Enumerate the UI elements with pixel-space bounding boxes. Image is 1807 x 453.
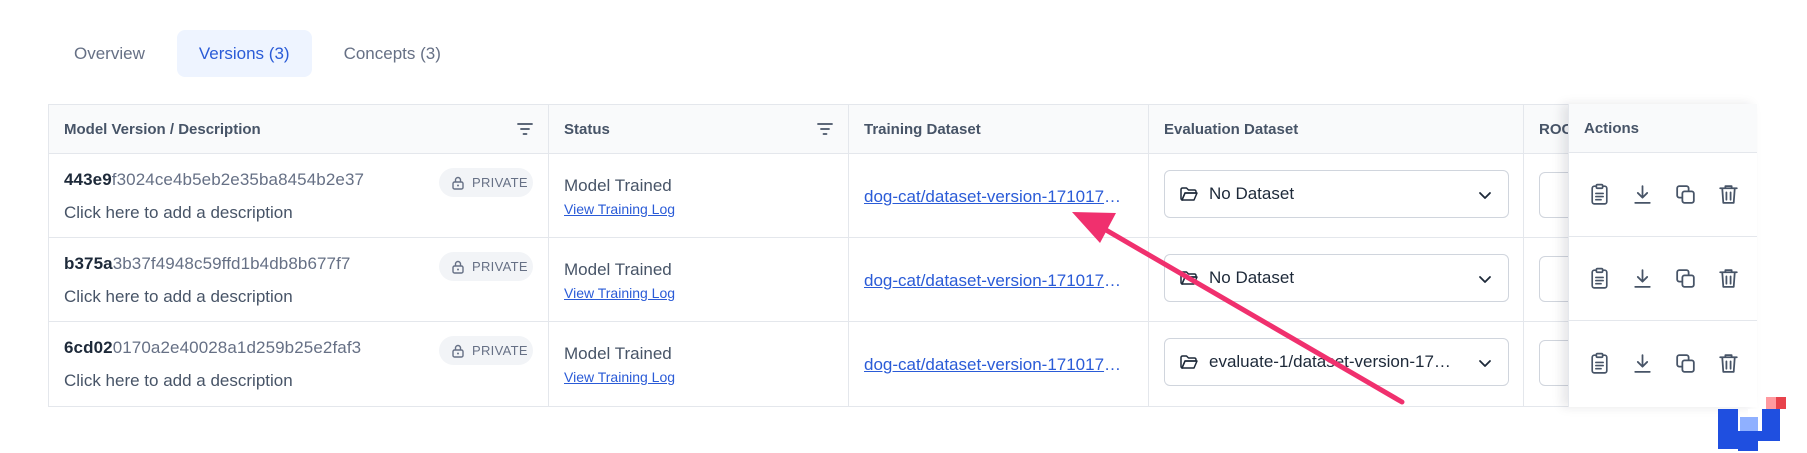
- description-placeholder[interactable]: Click here to add a description: [64, 203, 293, 223]
- download-icon[interactable]: [1630, 266, 1655, 291]
- tab-overview[interactable]: Overview: [52, 30, 167, 77]
- download-icon[interactable]: [1630, 182, 1655, 207]
- private-badge: PRIVATE: [439, 252, 533, 281]
- download-icon[interactable]: [1630, 351, 1655, 376]
- header-evaluation-dataset-label: Evaluation Dataset: [1164, 120, 1299, 138]
- status-cell: Model Trained View Training Log: [549, 154, 849, 237]
- clipboard-icon[interactable]: [1587, 182, 1612, 207]
- filter-icon[interactable]: [516, 120, 534, 138]
- model-version-id-rest: 0170a2e40028a1d259b25e2faf3: [112, 338, 362, 357]
- folder-open-icon: [1180, 355, 1198, 369]
- evaluation-dataset-cell: No Dataset: [1149, 238, 1524, 321]
- folder-open-icon: [1180, 271, 1198, 285]
- clipboard-icon[interactable]: [1587, 351, 1612, 376]
- lock-icon: [452, 176, 464, 190]
- header-status-label: Status: [564, 120, 610, 138]
- header-model-version: Model Version / Description: [49, 105, 549, 153]
- header-status: Status: [549, 105, 849, 153]
- training-dataset-link[interactable]: dog-cat/dataset-version-1710176088: [864, 271, 1129, 291]
- view-training-log-link[interactable]: View Training Log: [564, 369, 675, 385]
- model-version-id[interactable]: 443e9f3024ce4b5eb2e35ba8454b2e37: [64, 170, 364, 190]
- tab-versions[interactable]: Versions (3): [176, 30, 312, 77]
- chevron-down-icon: [1479, 276, 1491, 283]
- private-badge: PRIVATE: [439, 168, 533, 197]
- status-text: Model Trained: [564, 176, 672, 195]
- view-training-log-link[interactable]: View Training Log: [564, 201, 675, 217]
- trash-icon[interactable]: [1716, 351, 1741, 376]
- training-dataset-link[interactable]: dog-cat/dataset-version-1710176088: [864, 187, 1129, 207]
- evaluation-dataset-select[interactable]: No Dataset: [1164, 170, 1509, 218]
- copy-icon[interactable]: [1673, 351, 1698, 376]
- model-version-id-prefix: b375a: [64, 254, 113, 273]
- private-badge-label: PRIVATE: [472, 343, 528, 358]
- status-text: Model Trained: [564, 344, 672, 363]
- trash-icon[interactable]: [1716, 266, 1741, 291]
- chevron-down-icon: [1479, 192, 1491, 199]
- evaluation-dataset-select[interactable]: No Dataset: [1164, 254, 1509, 302]
- table-row: 443e9f3024ce4b5eb2e35ba8454b2e37 Click h…: [49, 154, 1756, 238]
- actions-row: [1569, 321, 1757, 405]
- folder-open-icon: [1180, 187, 1198, 201]
- model-version-id-rest: 3b37f4948c59ffd1b4db8b677f7: [112, 254, 351, 273]
- chevron-down-icon: [1479, 360, 1491, 367]
- model-version-cell: b375a3b37f4948c59ffd1b4db8b677f7 Click h…: [49, 238, 549, 321]
- lock-icon: [452, 344, 464, 358]
- private-badge-label: PRIVATE: [472, 175, 528, 190]
- copy-icon[interactable]: [1673, 182, 1698, 207]
- table-header: Model Version / Description Status Train…: [49, 105, 1756, 154]
- description-placeholder[interactable]: Click here to add a description: [64, 371, 293, 391]
- app-logo: [1718, 397, 1786, 451]
- status-cell: Model Trained View Training Log: [549, 238, 849, 321]
- header-training-dataset: Training Dataset: [849, 105, 1149, 153]
- trash-icon[interactable]: [1716, 182, 1741, 207]
- header-model-version-label: Model Version / Description: [64, 120, 261, 138]
- training-dataset-link[interactable]: dog-cat/dataset-version-1710176088: [864, 355, 1129, 375]
- actions-column: Actions: [1568, 104, 1757, 407]
- evaluation-dataset-value: evaluate-1/dataset-version-1710176422: [1209, 352, 1459, 371]
- tab-bar: Overview Versions (3) Concepts (3): [52, 30, 463, 77]
- private-badge-label: PRIVATE: [472, 259, 528, 274]
- lock-icon: [452, 260, 464, 274]
- model-version-id-rest: f3024ce4b5eb2e35ba8454b2e37: [111, 170, 365, 189]
- actions-row: [1569, 237, 1757, 321]
- page: Overview Versions (3) Concepts (3) Model…: [0, 0, 1807, 453]
- training-dataset-cell: dog-cat/dataset-version-1710176088: [849, 322, 1149, 406]
- model-version-cell: 443e9f3024ce4b5eb2e35ba8454b2e37 Click h…: [49, 154, 549, 237]
- evaluation-dataset-cell: evaluate-1/dataset-version-1710176422: [1149, 322, 1524, 406]
- model-version-id-prefix: 6cd02: [64, 338, 113, 357]
- table-row: 6cd020170a2e40028a1d259b25e2faf3 Click h…: [49, 322, 1756, 406]
- evaluation-dataset-value: No Dataset: [1209, 184, 1295, 203]
- copy-icon[interactable]: [1673, 266, 1698, 291]
- header-evaluation-dataset: Evaluation Dataset: [1149, 105, 1524, 153]
- header-training-dataset-label: Training Dataset: [864, 120, 981, 138]
- versions-table: Model Version / Description Status Train…: [48, 104, 1757, 407]
- private-badge: PRIVATE: [439, 336, 533, 365]
- filter-icon[interactable]: [816, 120, 834, 138]
- actions-row: [1569, 153, 1757, 237]
- view-training-log-link[interactable]: View Training Log: [564, 285, 675, 301]
- model-version-id[interactable]: b375a3b37f4948c59ffd1b4db8b677f7: [64, 254, 351, 274]
- evaluation-dataset-cell: No Dataset: [1149, 154, 1524, 237]
- model-version-id-prefix: 443e9: [64, 170, 112, 189]
- status-cell: Model Trained View Training Log: [549, 322, 849, 406]
- evaluation-dataset-select[interactable]: evaluate-1/dataset-version-1710176422: [1164, 338, 1509, 386]
- description-placeholder[interactable]: Click here to add a description: [64, 287, 293, 307]
- clipboard-icon[interactable]: [1587, 266, 1612, 291]
- tab-concepts[interactable]: Concepts (3): [322, 30, 463, 77]
- training-dataset-cell: dog-cat/dataset-version-1710176088: [849, 154, 1149, 237]
- header-actions: Actions: [1569, 104, 1757, 153]
- evaluation-dataset-value: No Dataset: [1209, 268, 1295, 287]
- status-text: Model Trained: [564, 260, 672, 279]
- training-dataset-cell: dog-cat/dataset-version-1710176088: [849, 238, 1149, 321]
- table-row: b375a3b37f4948c59ffd1b4db8b677f7 Click h…: [49, 238, 1756, 322]
- model-version-cell: 6cd020170a2e40028a1d259b25e2faf3 Click h…: [49, 322, 549, 406]
- model-version-id[interactable]: 6cd020170a2e40028a1d259b25e2faf3: [64, 338, 361, 358]
